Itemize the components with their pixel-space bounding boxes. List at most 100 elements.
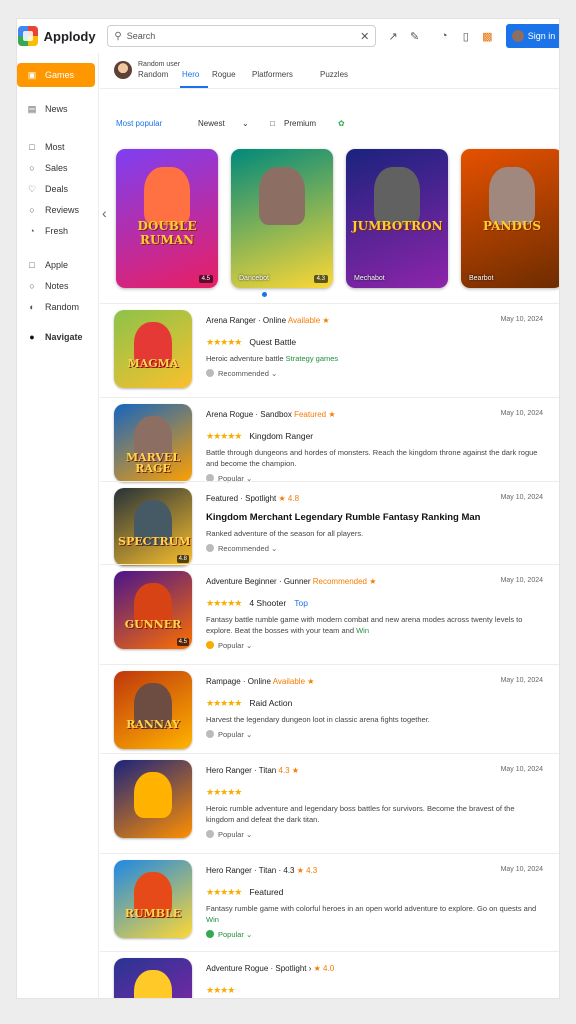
range-dropdown[interactable]: Newest bbox=[198, 119, 225, 128]
availability-tag: Available ★ bbox=[287, 316, 330, 325]
chevron-down-icon: ⌄ bbox=[270, 369, 278, 378]
clear-search-icon[interactable]: ✕ bbox=[360, 30, 369, 43]
tab-puzzles[interactable]: Puzzles bbox=[320, 70, 348, 79]
game-thumbnail[interactable]: RUMBLE bbox=[114, 860, 192, 938]
game-thumbnail[interactable] bbox=[114, 760, 192, 838]
game-meta[interactable]: Recommended ⌄ bbox=[206, 544, 277, 553]
sidebar-item-games[interactable]: ▣ Games bbox=[17, 63, 95, 87]
game-description: Battle through dungeons and hordes of mo… bbox=[206, 447, 544, 469]
list-item[interactable]: RANNAY Rampage · Online Available ★ May 10… bbox=[100, 664, 559, 753]
description-text: Fantasy rumble game with colorful heroes… bbox=[206, 904, 537, 913]
game-meta[interactable]: Popular ⌄ bbox=[206, 641, 252, 650]
game-thumbnail[interactable]: SPECTRUM 4.8 bbox=[114, 488, 192, 566]
game-title[interactable]: Hero Ranger · Titan · 4.3 ★ 4.3 bbox=[206, 866, 317, 875]
tab-hero[interactable]: Hero bbox=[182, 70, 199, 79]
checkbox-icon[interactable]: □ bbox=[270, 119, 275, 128]
game-thumbnail[interactable]: MAGMA bbox=[114, 310, 192, 388]
game-meta[interactable]: Recommended ⌄ bbox=[206, 369, 277, 378]
tab-rogue[interactable]: Rogue bbox=[212, 70, 236, 79]
search-input[interactable] bbox=[126, 31, 361, 41]
availability-tag: ★ 4.8 bbox=[278, 494, 300, 503]
game-meta[interactable]: Popular ⌄ bbox=[206, 730, 252, 739]
card-caption: Mechabot bbox=[354, 275, 385, 282]
sort-dropdown[interactable]: Most popular bbox=[116, 119, 162, 128]
note-icon: ○ bbox=[29, 281, 35, 291]
theme-icon[interactable]: ◔ bbox=[433, 25, 455, 47]
chevron-down-icon: ⌄ bbox=[245, 641, 253, 650]
game-thumbnail[interactable]: MARVEL RAGE bbox=[114, 404, 192, 482]
availability-tag: Featured ★ bbox=[294, 410, 336, 419]
game-title[interactable]: Hero Ranger · Titan 4.3 ★ bbox=[206, 766, 299, 775]
premium-filter[interactable]: Premium bbox=[284, 119, 316, 128]
game-meta[interactable]: Popular ⌄ bbox=[206, 830, 252, 839]
card-caption: Bearbot bbox=[469, 275, 494, 282]
stars-text: ★★★★★ bbox=[206, 887, 242, 897]
tab-random[interactable]: Random bbox=[138, 70, 168, 79]
notification-icon[interactable]: ▩ bbox=[477, 25, 499, 47]
game-meta[interactable]: Popular ⌄ bbox=[206, 930, 252, 939]
chevron-down-icon[interactable]: ⌄ bbox=[242, 119, 249, 128]
category-icon bbox=[206, 544, 214, 552]
sidebar-item-news[interactable]: ▤ News bbox=[17, 97, 97, 121]
game-title-text: Featured · Spotlight bbox=[206, 494, 277, 503]
device-icon[interactable]: ▯ bbox=[455, 25, 477, 47]
carousel-card[interactable]: PANDUS Bearbot bbox=[461, 149, 559, 288]
game-title[interactable]: Arena Rogue · Sandbox Featured ★ bbox=[206, 410, 336, 419]
featured-title[interactable]: Kingdom Merchant Legendary Rumble Fantas… bbox=[206, 512, 480, 523]
search-icon: ⚲ bbox=[114, 30, 122, 42]
game-title[interactable]: Adventure Beginner · Gunner Recommended … bbox=[206, 577, 376, 586]
list-item[interactable]: Hero Ranger · Titan 4.3 ★ May 10, 2024 ★★★… bbox=[100, 753, 559, 853]
game-title[interactable]: Rampage · Online Available ★ bbox=[206, 677, 314, 686]
carousel-card[interactable]: Dancebot 4.3 bbox=[231, 149, 333, 288]
sidebar-item-label: Reviews bbox=[45, 205, 80, 215]
release-date: May 10, 2024 bbox=[500, 766, 543, 773]
game-title[interactable]: Adventure Rogue · Spotlight › ★ 4.0 bbox=[206, 964, 334, 973]
list-item[interactable]: SPECTRUM 4.8 Featured · Spotlight ★ 4.8 May… bbox=[100, 481, 559, 566]
description-accent: Win bbox=[206, 915, 219, 924]
list-item[interactable]: MAGMA Arena Ranger · Online Available ★ Ma… bbox=[100, 303, 559, 397]
carousel-dot[interactable] bbox=[262, 292, 267, 297]
list-item[interactable]: GUNNER 4.5 Adventure Beginner · Gunner Rec… bbox=[100, 564, 559, 664]
edit-icon[interactable]: ✎ bbox=[404, 25, 426, 47]
stars-text: ★★★★★ bbox=[206, 337, 242, 347]
tag-icon: ○ bbox=[29, 163, 35, 173]
list-item[interactable]: WARRIORS Adventure Rogue · Spotlight › ★ … bbox=[100, 951, 559, 998]
rating-badge: 4.3 bbox=[313, 275, 328, 283]
rating-badge: 4.5 bbox=[176, 638, 189, 646]
user-avatar[interactable] bbox=[114, 61, 132, 79]
game-description: Fantasy battle rumble game with modern c… bbox=[206, 614, 544, 636]
game-thumbnail[interactable]: WARRIORS bbox=[114, 958, 192, 998]
app-logo[interactable] bbox=[18, 26, 38, 46]
star-rating: ★★★★★ 4 Shooter Top bbox=[206, 598, 308, 609]
game-title-text: Rampage · Online bbox=[206, 677, 271, 686]
card-title: PANDUS bbox=[483, 218, 541, 233]
game-title[interactable]: Featured · Spotlight ★ 4.8 bbox=[206, 494, 299, 503]
sidebar-item-fresh[interactable]: ◔ Fresh bbox=[17, 219, 97, 243]
meta-label: Recommended bbox=[218, 544, 269, 553]
app-window: Applody ⚲ ✕ ↗ ✎ ◔ ▯ ▩ Sign in ▣ Games ▤ … bbox=[16, 18, 560, 999]
list-item[interactable]: RUMBLE Hero Ranger · Titan · 4.3 ★ 4.3 May… bbox=[100, 853, 559, 951]
game-title[interactable]: Arena Ranger · Online Available ★ bbox=[206, 316, 330, 325]
sidebar-item-navigate[interactable]: ● Navigate bbox=[17, 325, 97, 349]
star-rating: ★★★★★ Kingdom Ranger bbox=[206, 431, 313, 442]
sidebar-item-random[interactable]: ◐ Random bbox=[17, 295, 97, 319]
signin-button[interactable]: Sign in bbox=[506, 24, 559, 48]
search-box[interactable]: ⚲ ✕ bbox=[107, 25, 377, 47]
availability-tag: Available ★ bbox=[272, 677, 315, 686]
category-icon bbox=[206, 730, 214, 738]
share-icon[interactable]: ↗ bbox=[382, 25, 404, 47]
chevron-down-icon: ⌄ bbox=[245, 830, 253, 839]
game-thumbnail[interactable]: RANNAY bbox=[114, 671, 192, 749]
carousel-card[interactable]: JUMBOTRON Mechabot bbox=[346, 149, 448, 288]
carousel-card[interactable]: DOUBLE RUMAN 4.5 bbox=[116, 149, 218, 288]
sidebar: ▣ Games ▤ News □ Most ○ Sales ♡ Deals ○ … bbox=[17, 53, 99, 998]
list-item[interactable]: MARVEL RAGE Arena Rogue · Sandbox Feature… bbox=[100, 397, 559, 483]
game-title-text: Hero Ranger · Titan bbox=[206, 766, 277, 775]
sidebar-item-label: Random bbox=[45, 302, 80, 312]
carousel-prev-icon[interactable]: ‹ bbox=[102, 205, 107, 221]
game-thumbnail[interactable]: GUNNER 4.5 bbox=[114, 571, 192, 649]
top-bar: Applody ⚲ ✕ ↗ ✎ ◔ ▯ ▩ Sign in bbox=[17, 19, 559, 53]
featured-carousel: ‹ › DOUBLE RUMAN4.5Dancebot4.3JUMBOTRONM… bbox=[100, 149, 559, 299]
main-content: Random user Random Hero Rogue Platformer… bbox=[100, 53, 559, 998]
tab-platformers[interactable]: Platformers bbox=[252, 70, 293, 79]
